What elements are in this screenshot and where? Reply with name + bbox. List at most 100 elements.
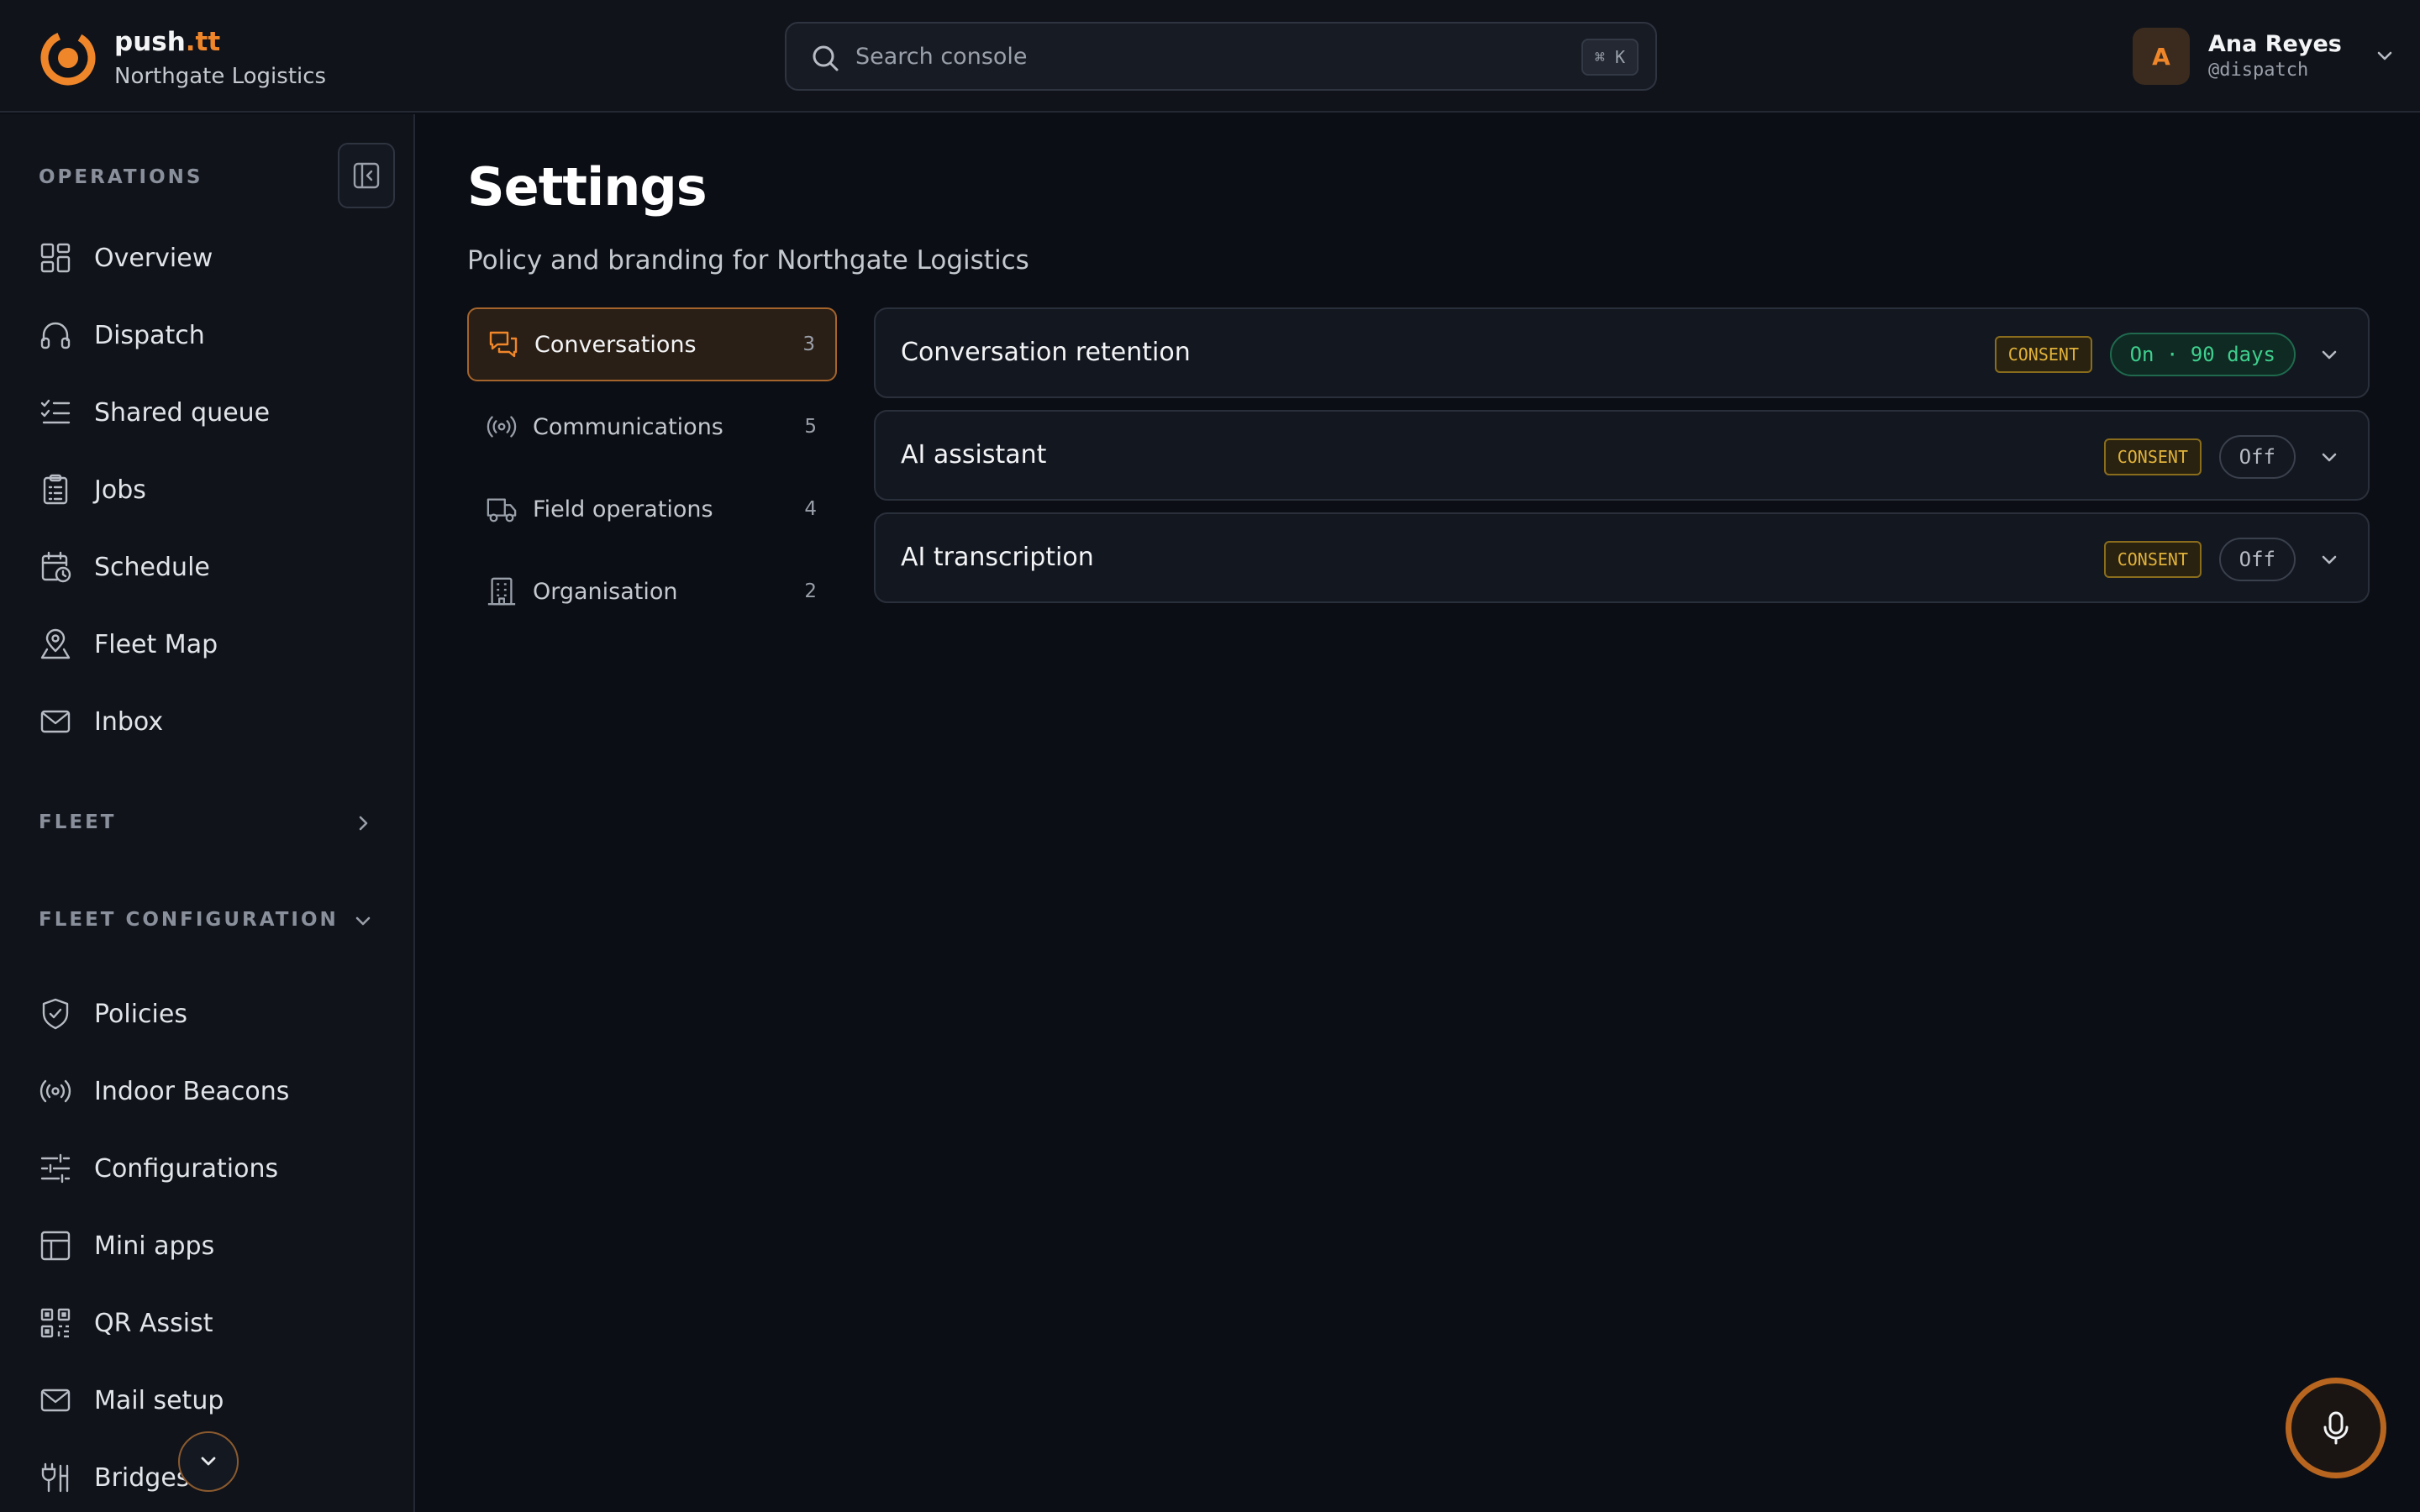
chevron-right-icon[interactable]: [351, 811, 375, 835]
search-icon: [813, 45, 839, 71]
category-organisation[interactable]: Organisation 2: [467, 554, 837, 628]
setting-title: Conversation retention: [901, 338, 1191, 367]
scroll-down-button[interactable]: [178, 1431, 239, 1492]
mail-icon: [40, 710, 71, 733]
sidebar-item-qr-assist[interactable]: QR Assist: [39, 1299, 392, 1347]
clipboard-icon: [43, 474, 68, 505]
mail-icon: [40, 1389, 71, 1412]
brand-logo-icon: [40, 30, 96, 86]
status-pill[interactable]: On · 90 days: [2109, 333, 2296, 376]
setting-conversation-retention[interactable]: Conversation retention CONSENT On · 90 d…: [874, 307, 2370, 398]
sidebar-item-fleet-map[interactable]: Fleet Map: [39, 621, 392, 668]
category-count: 5: [804, 416, 817, 438]
brand[interactable]: push.tt Northgate Logistics: [39, 25, 326, 91]
radio-icon: [39, 1079, 71, 1103]
headset-icon: [40, 322, 71, 349]
sidebar-item-label: Mini apps: [94, 1231, 215, 1261]
chevron-down-icon[interactable]: [2372, 44, 2397, 69]
top-bar: push.tt Northgate Logistics ⌘ K A Ana Re…: [0, 0, 2420, 113]
category-conversations[interactable]: Conversations 3: [467, 307, 837, 381]
sliders-icon: [40, 1153, 71, 1184]
sidebar-item-policies[interactable]: Policies: [39, 990, 392, 1037]
category-label: Conversations: [534, 331, 697, 358]
qr-code-icon: [40, 1308, 71, 1338]
consent-badge: CONSENT: [2103, 541, 2202, 578]
sidebar-item-schedule[interactable]: Schedule: [39, 543, 392, 591]
app-root: push.tt Northgate Logistics ⌘ K A Ana Re…: [0, 0, 2420, 1512]
consent-badge: CONSENT: [1994, 336, 2092, 373]
sidebar-item-label: Configurations: [94, 1153, 279, 1184]
sidebar-item-label: Bridges: [94, 1462, 190, 1493]
sidebar-item-label: Dispatch: [94, 320, 205, 350]
brand-text: push.tt Northgate Logistics: [114, 25, 326, 91]
sidebar: OPERATIONS Overview Dispatch Shared queu…: [0, 114, 415, 1512]
organization-name: Northgate Logistics: [114, 64, 327, 89]
page-title: Settings: [467, 156, 708, 218]
collapse-sidebar-button[interactable]: [338, 143, 395, 208]
shield-check-icon: [42, 998, 69, 1030]
sidebar-item-label: Indoor Beacons: [94, 1076, 290, 1106]
section-title-operations: OPERATIONS: [39, 166, 203, 188]
avatar[interactable]: A: [2133, 28, 2190, 85]
chevron-down-icon[interactable]: [2317, 343, 2341, 366]
section-title-fleet[interactable]: FLEET: [39, 811, 116, 833]
category-count: 3: [802, 333, 815, 355]
category-count: 4: [804, 498, 817, 520]
setting-ai-assistant[interactable]: AI assistant CONSENT Off: [874, 410, 2370, 501]
category-field-operations[interactable]: Field operations 4: [467, 472, 837, 546]
sidebar-item-label: Fleet Map: [94, 629, 218, 659]
setting-title: AI assistant: [901, 440, 1047, 470]
brand-tld: .tt: [185, 27, 221, 57]
sidebar-item-shared-queue[interactable]: Shared queue: [39, 389, 392, 436]
sidebar-item-label: Overview: [94, 243, 213, 273]
sidebar-item-label: Shared queue: [94, 397, 271, 428]
sidebar-item-label: QR Assist: [94, 1308, 213, 1338]
sidebar-item-label: Jobs: [94, 475, 146, 505]
search-input[interactable]: [855, 35, 1511, 77]
section-title-fleet-configuration[interactable]: FLEET CONFIGURATION: [39, 909, 339, 931]
page-subtitle: Policy and branding for Northgate Logist…: [467, 245, 1029, 276]
consent-badge: CONSENT: [2103, 438, 2202, 475]
user-info: Ana Reyes @dispatch: [2208, 30, 2342, 82]
user-menu[interactable]: A Ana Reyes @dispatch: [2133, 27, 2397, 86]
sidebar-item-label: Policies: [94, 999, 187, 1029]
chevron-down-icon[interactable]: [351, 909, 375, 932]
brand-name: push.tt: [114, 27, 221, 57]
search-bar[interactable]: ⌘ K: [785, 22, 1657, 91]
sidebar-item-jobs[interactable]: Jobs: [39, 466, 392, 513]
sidebar-item-configurations[interactable]: Configurations: [39, 1145, 392, 1192]
grid-icon: [40, 243, 71, 273]
status-pill[interactable]: Off: [2218, 538, 2296, 581]
setting-title: AI transcription: [901, 543, 1094, 572]
category-label: Communications: [533, 413, 723, 440]
category-label: Field operations: [533, 496, 713, 522]
chevron-down-icon[interactable]: [2317, 548, 2341, 571]
truck-icon: [487, 498, 517, 522]
plug-icon: [41, 1462, 69, 1493]
sidebar-item-mini-apps[interactable]: Mini apps: [39, 1222, 392, 1269]
map-pin-icon: [40, 628, 71, 659]
radio-icon: [487, 416, 517, 438]
sidebar-item-inbox[interactable]: Inbox: [39, 698, 392, 745]
sidebar-item-indoor-beacons[interactable]: Indoor Beacons: [39, 1068, 392, 1115]
sidebar-item-label: Mail setup: [94, 1385, 224, 1415]
sidebar-item-dispatch[interactable]: Dispatch: [39, 312, 392, 359]
voice-input-button[interactable]: [2286, 1378, 2386, 1478]
calendar-clock-icon: [41, 551, 71, 583]
category-label: Organisation: [533, 578, 678, 605]
sidebar-item-label: Inbox: [94, 706, 164, 737]
chevron-down-icon: [201, 1457, 216, 1466]
sidebar-item-overview[interactable]: Overview: [39, 234, 392, 281]
setting-ai-transcription[interactable]: AI transcription CONSENT Off: [874, 512, 2370, 603]
layout-icon: [40, 1231, 71, 1261]
user-handle: @dispatch: [2208, 60, 2309, 81]
chevron-down-icon[interactable]: [2317, 445, 2341, 469]
category-communications[interactable]: Communications 5: [467, 390, 837, 464]
sidebar-item-mail-setup[interactable]: Mail setup: [39, 1377, 392, 1424]
sidebar-item-label: Schedule: [94, 552, 210, 582]
status-pill[interactable]: Off: [2218, 435, 2296, 479]
building-icon: [487, 577, 516, 606]
chat-icon: [489, 331, 518, 358]
category-count: 2: [804, 580, 817, 602]
keyboard-shortcut-hint: ⌘ K: [1581, 39, 1639, 76]
